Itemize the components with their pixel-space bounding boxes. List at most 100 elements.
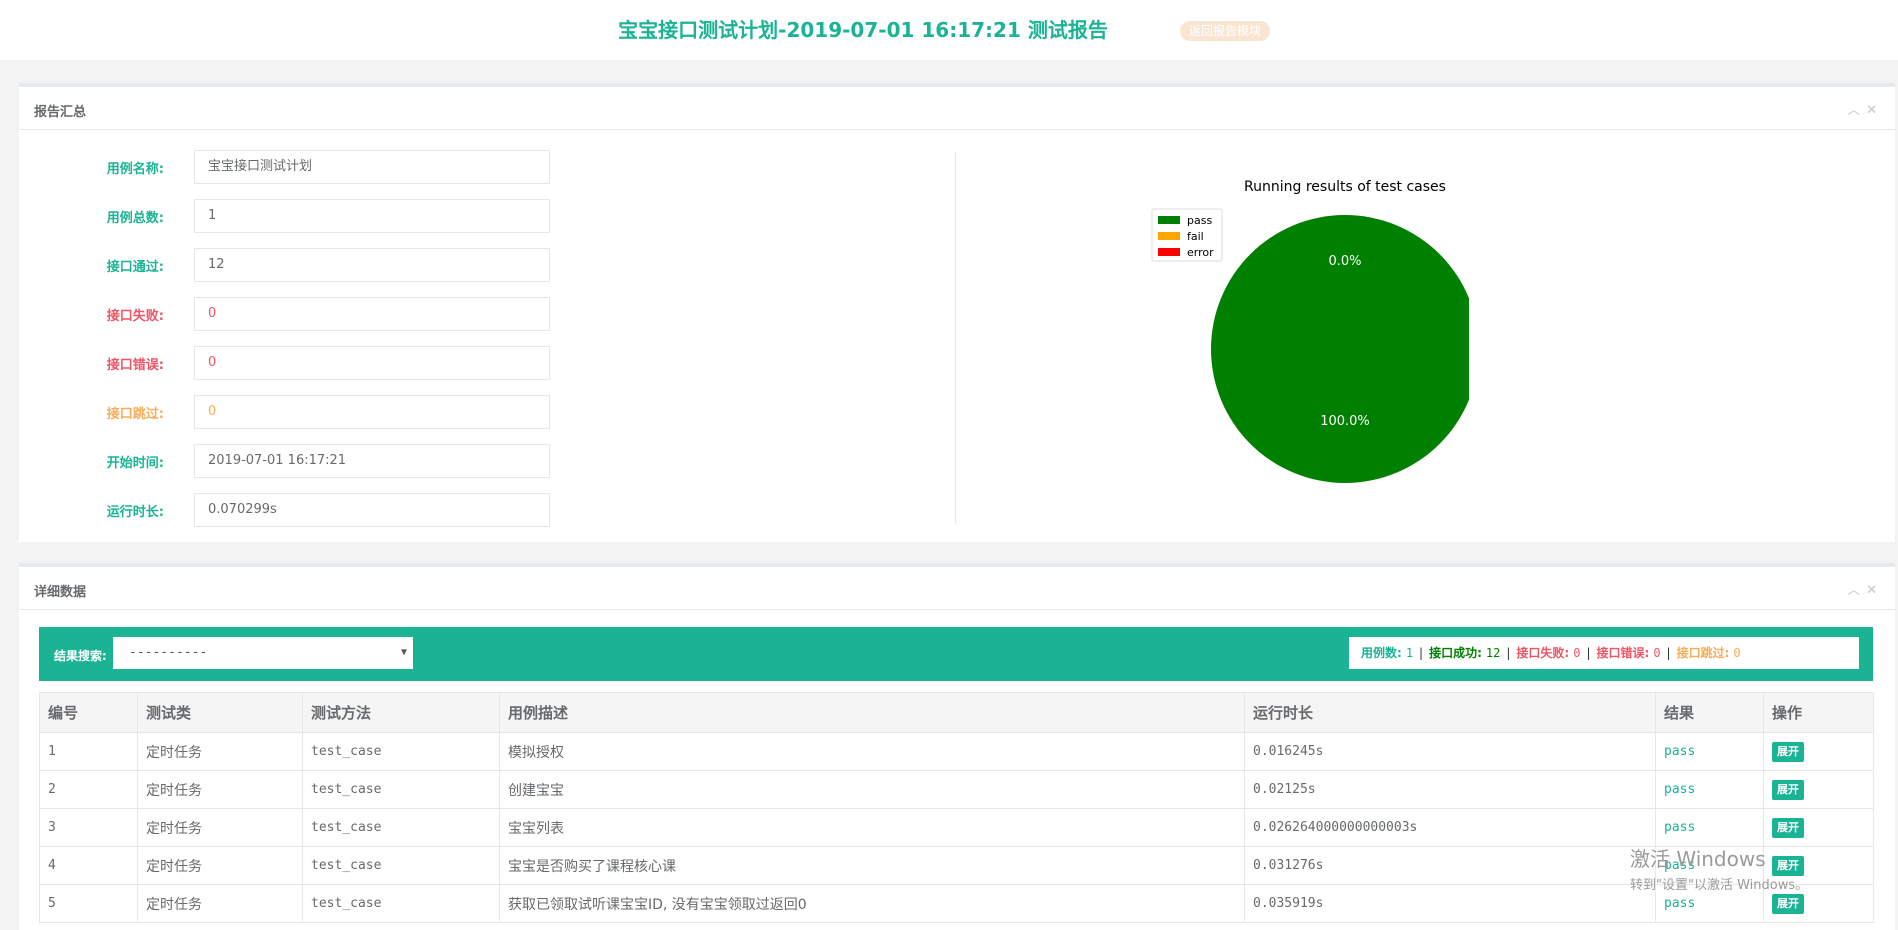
cell-duration: 0.026264000000000003s [1244,808,1656,847]
cell-result: pass [1655,808,1764,847]
close-icon[interactable]: ✕ [1866,583,1883,598]
expand-button[interactable]: 展开 [1772,741,1804,762]
summary-row: 接口跳过: 0 [19,395,579,431]
summary-row-value: 0 [194,395,550,429]
cell-duration: 0.031276s [1244,846,1656,885]
stats-item: 接口失败: 0 [1516,646,1580,660]
summary-row-label: 接口错误: [106,358,164,373]
pie-label-fail: 0.0% [1328,254,1361,269]
column-header[interactable]: 测试方法 [302,692,500,733]
summary-row-label: 用例总数: [106,211,164,226]
cell-desc: 宝宝是否购买了课程核心课 [499,846,1245,885]
stats-label: 接口跳过: [1676,646,1730,660]
chart-title: Running results of test cases [1244,179,1446,195]
filter-toolbar: 结果搜索: ---------- ▼ 用例数: 1 | 接口成功: 12 | 接口失败: 0 |… [39,627,1873,681]
collapse-icon[interactable]: ︿ [1847,103,1866,118]
close-icon[interactable]: ✕ [1866,103,1883,118]
cell-action: 展开 [1763,884,1874,923]
summary-row-value: 0 [194,346,550,380]
stats-separator: | [1586,646,1591,660]
report-title: 宝宝接口测试计划-2019-07-01 16:17:21 测试报告 [618,18,1108,42]
summary-row-label: 接口失败: [106,309,164,324]
column-header[interactable]: 运行时长 [1244,692,1656,733]
result-filter-select[interactable]: ---------- ▼ [113,637,413,669]
summary-row-value: 0.070299s [194,493,550,527]
cell-desc: 获取已领取试听课宝宝ID, 没有宝宝领取过返回0 [499,884,1245,923]
column-header[interactable]: 测试类 [137,692,303,733]
cell-desc: 模拟授权 [499,732,1245,771]
cell-method: test_case [302,732,500,771]
cell-duration: 0.016245s [1244,732,1656,771]
table-row: 2 定时任务 test_case 创建宝宝 0.02125s pass 展开 [39,770,1874,809]
cell-id: 3 [39,808,138,847]
summary-row-value: 2019-07-01 16:17:21 [194,444,550,478]
divider [955,152,956,524]
cell-duration: 0.02125s [1244,770,1656,809]
summary-row-value: 0 [194,297,550,331]
cell-id: 5 [39,884,138,923]
cell-action: 展开 [1763,770,1874,809]
summary-row-value: 1 [194,199,550,233]
back-to-reports-button[interactable]: 返回报告模块 [1180,21,1270,41]
cell-result: pass [1655,884,1764,923]
cell-action: 展开 [1763,808,1874,847]
summary-row-value: 宝宝接口测试计划 [194,150,550,184]
legend-label-pass: pass [1187,214,1212,227]
cell-method: test_case [302,846,500,885]
summary-row: 接口失败: 0 [19,297,579,333]
column-header[interactable]: 用例描述 [499,692,1245,733]
stats-value: 12 [1485,646,1501,660]
stats-label: 接口错误: [1596,646,1650,660]
summary-row: 用例名称: 宝宝接口测试计划 [19,150,579,186]
legend-swatch-pass [1158,216,1180,224]
details-panel-header: 详细数据 ︿✕ [19,567,1895,610]
summary-row-label: 接口通过: [106,260,164,275]
caret-down-icon: ▼ [400,647,407,658]
cell-id: 1 [39,732,138,771]
cell-desc: 创建宝宝 [499,770,1245,809]
cell-result: pass [1655,846,1764,885]
summary-row: 用例总数: 1 [19,199,579,235]
collapse-icon[interactable]: ︿ [1847,583,1866,598]
select-value: ---------- [129,645,208,660]
expand-button[interactable]: 展开 [1772,817,1804,838]
stats-value: 0 [1653,646,1661,660]
stats-label: 接口成功: [1429,646,1482,660]
cell-id: 4 [39,846,138,885]
expand-button[interactable]: 展开 [1772,855,1804,876]
summary-row: 开始时间: 2019-07-01 16:17:21 [19,444,579,480]
cell-duration: 0.035919s [1244,884,1656,923]
cell-cls: 定时任务 [137,770,303,809]
column-header[interactable]: 编号 [39,692,138,733]
summary-row: 接口通过: 12 [19,248,579,284]
legend-label-error: error [1187,246,1214,259]
stats-item: 接口成功: 12 [1429,646,1500,660]
summary-row-label: 用例名称: [106,162,164,177]
column-header[interactable]: 操作 [1763,692,1874,733]
results-table: 编号 测试类 测试方法 用例描述 运行时长 结果 操作 1 定时任务 test_case 模拟授权… [39,692,1874,923]
pie-chart-svg: Running results of test cases 100.0% 0.0% p… [1151,179,1479,483]
top-bar: 宝宝接口测试计划-2019-07-01 16:17:21 测试报告 返回报告模块 [0,0,1898,60]
cell-action: 展开 [1763,732,1874,771]
cell-cls: 定时任务 [137,808,303,847]
cell-cls: 定时任务 [137,732,303,771]
result-search-label: 结果搜索: [54,649,107,663]
stats-separator: | [1506,646,1511,660]
column-header[interactable]: 结果 [1655,692,1764,733]
cell-action: 展开 [1763,846,1874,885]
pie-label-pass: 100.0% [1320,414,1370,429]
table-row: 5 定时任务 test_case 获取已领取试听课宝宝ID, 没有宝宝领取过返回0 0.… [39,884,1874,923]
stats-value: 1 [1405,646,1414,660]
cell-result: pass [1655,732,1764,771]
details-panel: 详细数据 ︿✕ 结果搜索: ---------- ▼ 用例数: 1 | 接口成功: 12… [19,563,1895,930]
table-row: 1 定时任务 test_case 模拟授权 0.016245s pass 展开 [39,732,1874,771]
cell-method: test_case [302,884,500,923]
expand-button[interactable]: 展开 [1772,779,1804,800]
stats-value: 0 [1733,646,1741,660]
stats-separator: | [1419,646,1424,660]
cell-id: 2 [39,770,138,809]
stats-label: 用例数: [1361,646,1402,660]
summary-row-value: 12 [194,248,550,282]
panel-tools: ︿✕ [1847,579,1883,598]
expand-button[interactable]: 展开 [1772,893,1804,914]
